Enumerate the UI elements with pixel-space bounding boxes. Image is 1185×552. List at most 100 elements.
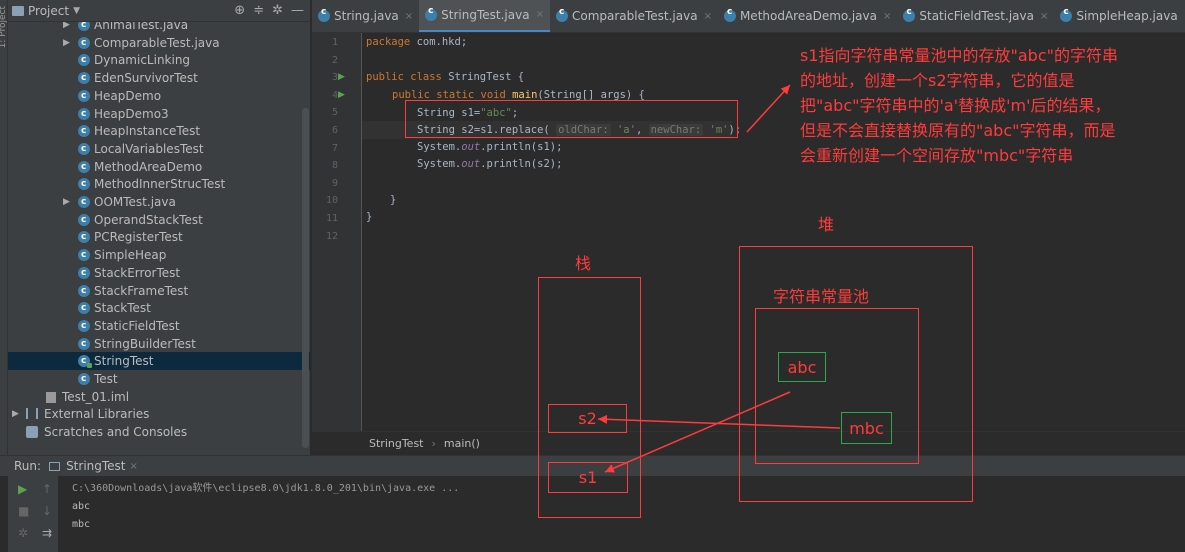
tree-item[interactable]: ▶ External Libraries — [8, 405, 310, 423]
tree-item[interactable]: Test — [8, 370, 310, 388]
editor-tab[interactable]: String.java × — [312, 0, 419, 32]
tree-item[interactable]: StackFrameTest — [8, 282, 310, 300]
tree-item-label: AnimalTest.java — [94, 22, 189, 32]
editor-tab[interactable]: SimpleHeap.java× — [1054, 0, 1185, 32]
wrap-icon[interactable]: ⇉ — [42, 526, 52, 540]
breadcrumb-method[interactable]: main() — [444, 437, 480, 450]
s2-label: s2 — [578, 409, 597, 428]
line-number: 2 — [331, 54, 338, 66]
tree-item[interactable]: StackTest — [8, 299, 310, 317]
line-number: 3 — [331, 72, 338, 84]
stop-icon[interactable]: ■ — [18, 504, 29, 518]
expand-arrow-icon[interactable]: ▶ — [63, 193, 70, 211]
line-number: 12 — [325, 230, 338, 242]
tree-item[interactable]: EdenSurvivorTest — [8, 69, 310, 87]
explain-line-3: 把"abc"字符串中的'a'替换成'm'后的结果， — [800, 96, 1111, 115]
rerun-icon[interactable]: ▶ — [18, 482, 27, 496]
scratches-icon — [26, 426, 38, 439]
string-pool-box — [755, 308, 919, 464]
project-tool-tab[interactable]: 1: Project — [0, 6, 8, 48]
tree-item[interactable]: HeapDemo — [8, 87, 310, 105]
project-title[interactable]: Project — [28, 4, 69, 18]
code-line-10: } — [390, 194, 397, 206]
editor-tab-label: SimpleHeap.java — [1076, 9, 1178, 23]
down-icon[interactable]: ↓ — [42, 504, 52, 518]
line-number: 11 — [325, 213, 338, 224]
code-line-8: System.out.println(s2); — [417, 158, 563, 170]
tree-item[interactable]: PCRegisterTest — [8, 228, 310, 246]
tree-item[interactable]: OperandStackTest — [8, 211, 310, 229]
close-icon[interactable]: × — [405, 11, 413, 22]
close-icon[interactable]: × — [130, 461, 138, 472]
abc-box: abc — [778, 352, 826, 382]
explain-line-4: 但是不会直接替换原有的"abc"字符串，而是 — [800, 121, 1116, 140]
tree-item-label: Scratches and Consoles — [44, 425, 188, 440]
run-output: C:\360Downloads\java软件\eclipse8.0\jdk1.8… — [72, 480, 459, 534]
tree-item[interactable]: LocalVariablesTest — [8, 140, 310, 158]
close-icon[interactable]: × — [704, 11, 712, 22]
run-tab[interactable]: StringTest × — [49, 459, 138, 473]
output-line-2: mbc — [72, 519, 91, 530]
s1-box: s1 — [548, 462, 628, 493]
tree-item[interactable]: ▶ ComparableTest.java — [8, 34, 310, 52]
java-class-icon — [425, 6, 438, 21]
settings-icon[interactable]: ✲ — [18, 526, 28, 540]
tree-item[interactable]: StringBuilderTest — [8, 335, 310, 353]
java-class-icon — [78, 22, 90, 34]
library-icon — [26, 408, 38, 420]
editor-tab[interactable]: StaticFieldTest.java × — [897, 0, 1054, 32]
tree-item[interactable]: Test_01.iml — [8, 388, 310, 406]
run-label: Run: — [14, 459, 42, 473]
editor-tab[interactable]: MethodAreaDemo.java × — [718, 0, 897, 32]
java-class-icon — [78, 246, 90, 264]
tree-scrollbar[interactable] — [302, 108, 309, 448]
tree-item[interactable]: HeapInstanceTest — [8, 122, 310, 140]
java-class-icon — [78, 282, 90, 300]
tree-item[interactable]: ▶ OOMTest.java — [8, 193, 310, 211]
gear-icon[interactable]: ✲ — [272, 3, 283, 18]
tree-item[interactable]: ▶ AnimalTest.java — [8, 22, 310, 34]
expand-arrow-icon[interactable]: ▶ — [63, 34, 70, 52]
console-icon — [49, 461, 61, 471]
editor-tab-label: String.java — [334, 9, 399, 23]
breadcrumb-separator-icon: › — [431, 437, 436, 450]
stack-label: 栈 — [575, 254, 592, 273]
s2-box: s2 — [548, 404, 627, 433]
close-icon[interactable]: × — [1040, 11, 1048, 22]
close-icon[interactable]: × — [883, 11, 891, 22]
run-gutter-icon[interactable]: ▶ — [338, 90, 345, 100]
expand-arrow-icon[interactable]: ▶ — [12, 405, 19, 423]
java-class-icon — [78, 51, 90, 69]
tree-item-label: StringBuilderTest — [94, 336, 196, 351]
tree-item[interactable]: Scratches and Consoles — [8, 423, 310, 441]
tree-item[interactable]: StaticFieldTest — [8, 317, 310, 335]
tree-item[interactable]: MethodInnerStrucTest — [8, 175, 310, 193]
editor-tab[interactable]: StringTest.java × — [419, 0, 550, 32]
tree-item[interactable]: SimpleHeap — [8, 246, 310, 264]
tree-item[interactable]: DynamicLinking — [8, 51, 310, 69]
abc-label: abc — [787, 357, 817, 377]
tree-item-label: Test_01.iml — [62, 389, 130, 404]
tree-item-label: MethodAreaDemo — [94, 159, 203, 174]
tree-item[interactable]: HeapDemo3 — [8, 105, 310, 123]
tree-item[interactable]: StringTest — [8, 352, 310, 371]
code-line-7: System.out.println(s1); — [417, 141, 563, 153]
run-gutter-icon[interactable]: ▶ — [338, 72, 345, 82]
project-folder-icon — [12, 5, 24, 16]
breadcrumb-class[interactable]: StringTest — [369, 437, 424, 450]
java-class-icon — [78, 140, 90, 158]
chevron-down-icon[interactable]: ▼ — [73, 6, 80, 16]
close-icon[interactable]: × — [536, 9, 544, 20]
editor-tab[interactable]: ComparableTest.java × — [550, 0, 718, 32]
line-number: 8 — [331, 160, 338, 172]
up-icon[interactable]: ↑ — [42, 482, 52, 496]
java-class-icon — [1060, 7, 1073, 22]
locate-icon[interactable]: ⊕ — [234, 3, 245, 18]
tree-item-label: MethodInnerStrucTest — [94, 177, 226, 192]
collapse-icon[interactable]: ≑ — [253, 3, 264, 18]
hide-icon[interactable]: — — [291, 3, 304, 18]
tree-item[interactable]: MethodAreaDemo — [8, 158, 310, 176]
expand-arrow-icon[interactable]: ▶ — [63, 22, 70, 34]
tree-item[interactable]: StackErrorTest — [8, 264, 310, 282]
java-class-icon — [78, 175, 90, 193]
